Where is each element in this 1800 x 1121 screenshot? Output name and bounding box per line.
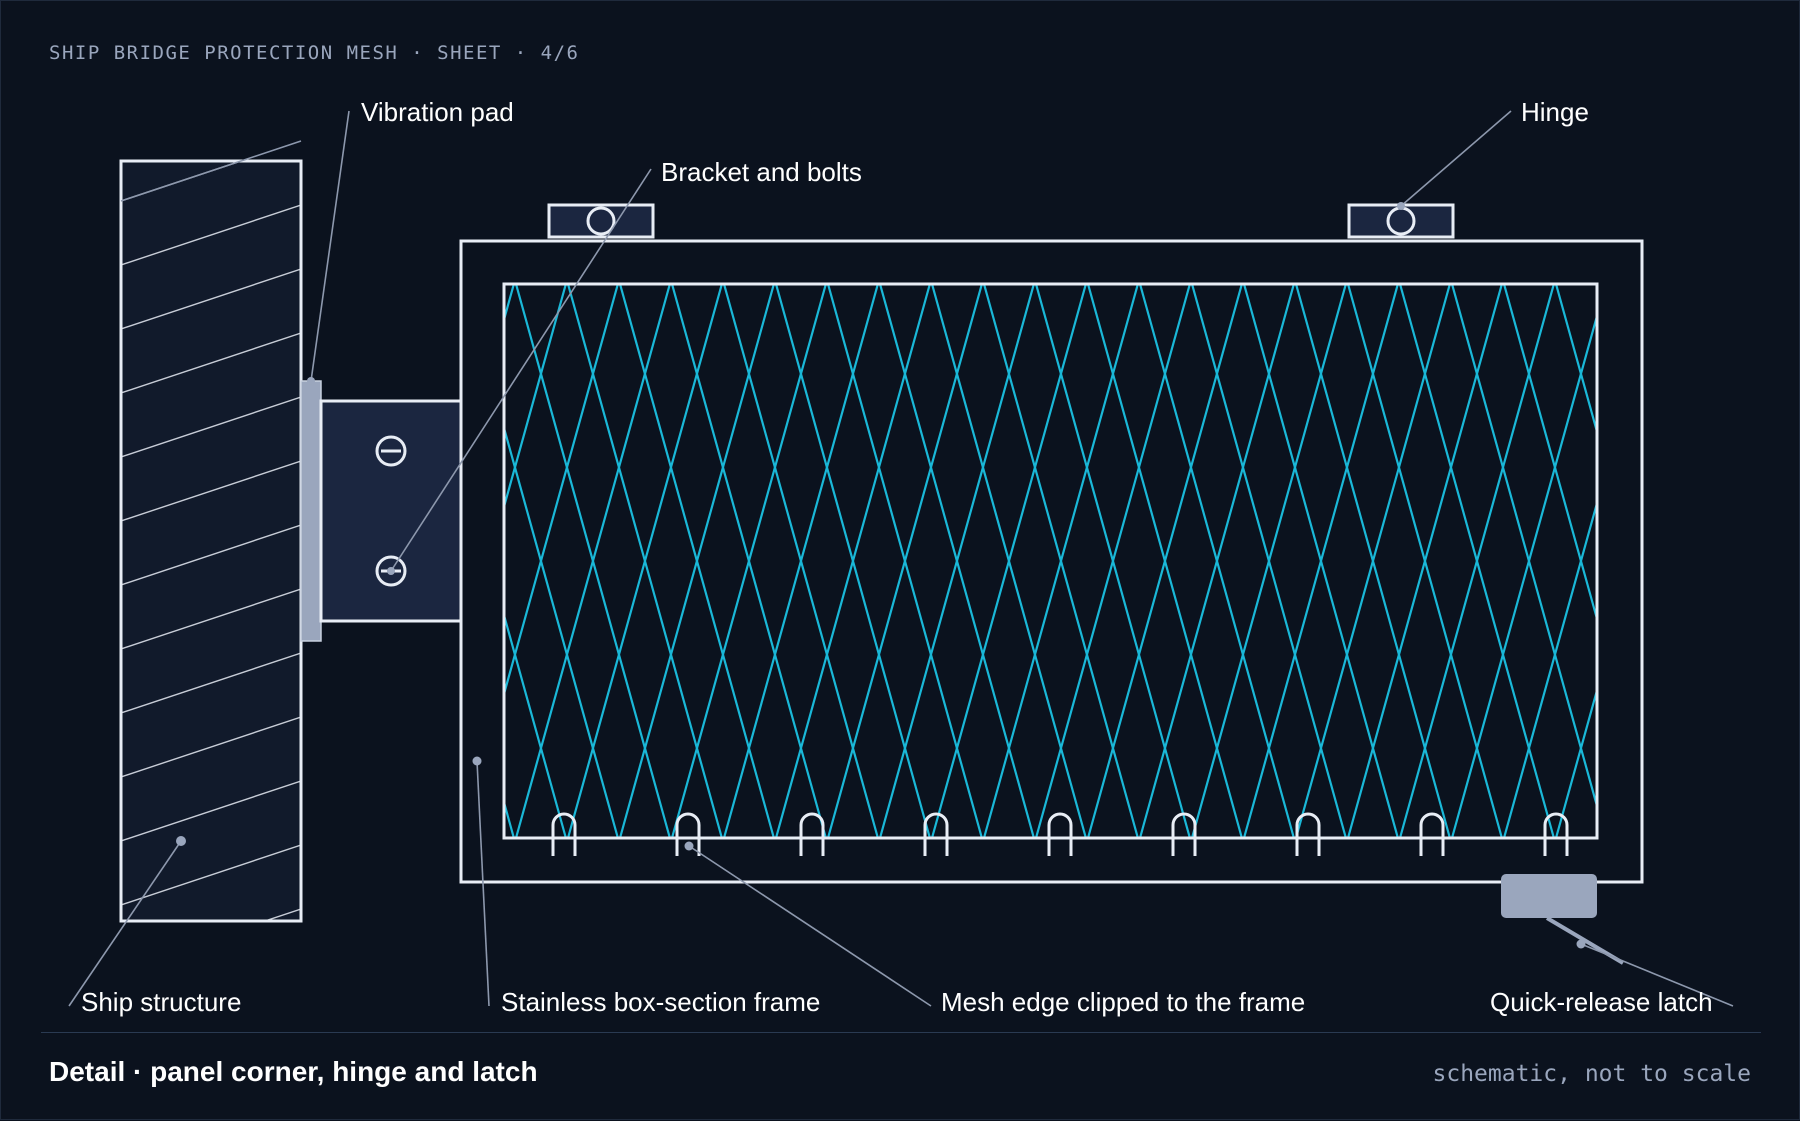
mesh-strand bbox=[1608, 284, 1762, 838]
bracket bbox=[319, 399, 463, 623]
quick-release-latch bbox=[1501, 874, 1625, 965]
hinge-left bbox=[547, 203, 655, 239]
label-mesh-edge: Mesh edge clipped to the frame bbox=[941, 987, 1306, 1017]
detail-title: Detail · panel corner, hinge and latch bbox=[49, 1056, 538, 1087]
mesh-strand bbox=[1608, 284, 1762, 838]
label-vibration-pad: Vibration pad bbox=[361, 97, 514, 127]
label-hinge: Hinge bbox=[1521, 97, 1589, 127]
mesh-strand bbox=[1712, 284, 1800, 838]
mesh-strand bbox=[1764, 284, 1800, 838]
footer-divider bbox=[41, 1032, 1761, 1033]
diagram-canvas: SHIP BRIDGE PROTECTION MESH · SHEET · 4/… bbox=[0, 0, 1800, 1120]
scale-note: schematic, not to scale bbox=[1432, 1061, 1752, 1087]
mesh-strand bbox=[1660, 284, 1800, 838]
mesh-strand bbox=[1712, 284, 1800, 838]
label-bracket-and-bolts: Bracket and bolts bbox=[661, 157, 862, 187]
ship-structure bbox=[119, 159, 303, 923]
schematic-drawing bbox=[68, 110, 1800, 1007]
mesh-strand bbox=[1764, 284, 1800, 838]
label-quick-release-latch: Quick-release latch bbox=[1490, 987, 1713, 1017]
sheet-identifier: SHIP BRIDGE PROTECTION MESH · SHEET · 4/… bbox=[49, 42, 580, 64]
label-frame: Stainless box-section frame bbox=[501, 987, 821, 1017]
label-ship-structure: Ship structure bbox=[81, 987, 242, 1017]
vibration-pad bbox=[300, 380, 322, 642]
mesh-strand bbox=[1660, 284, 1800, 838]
